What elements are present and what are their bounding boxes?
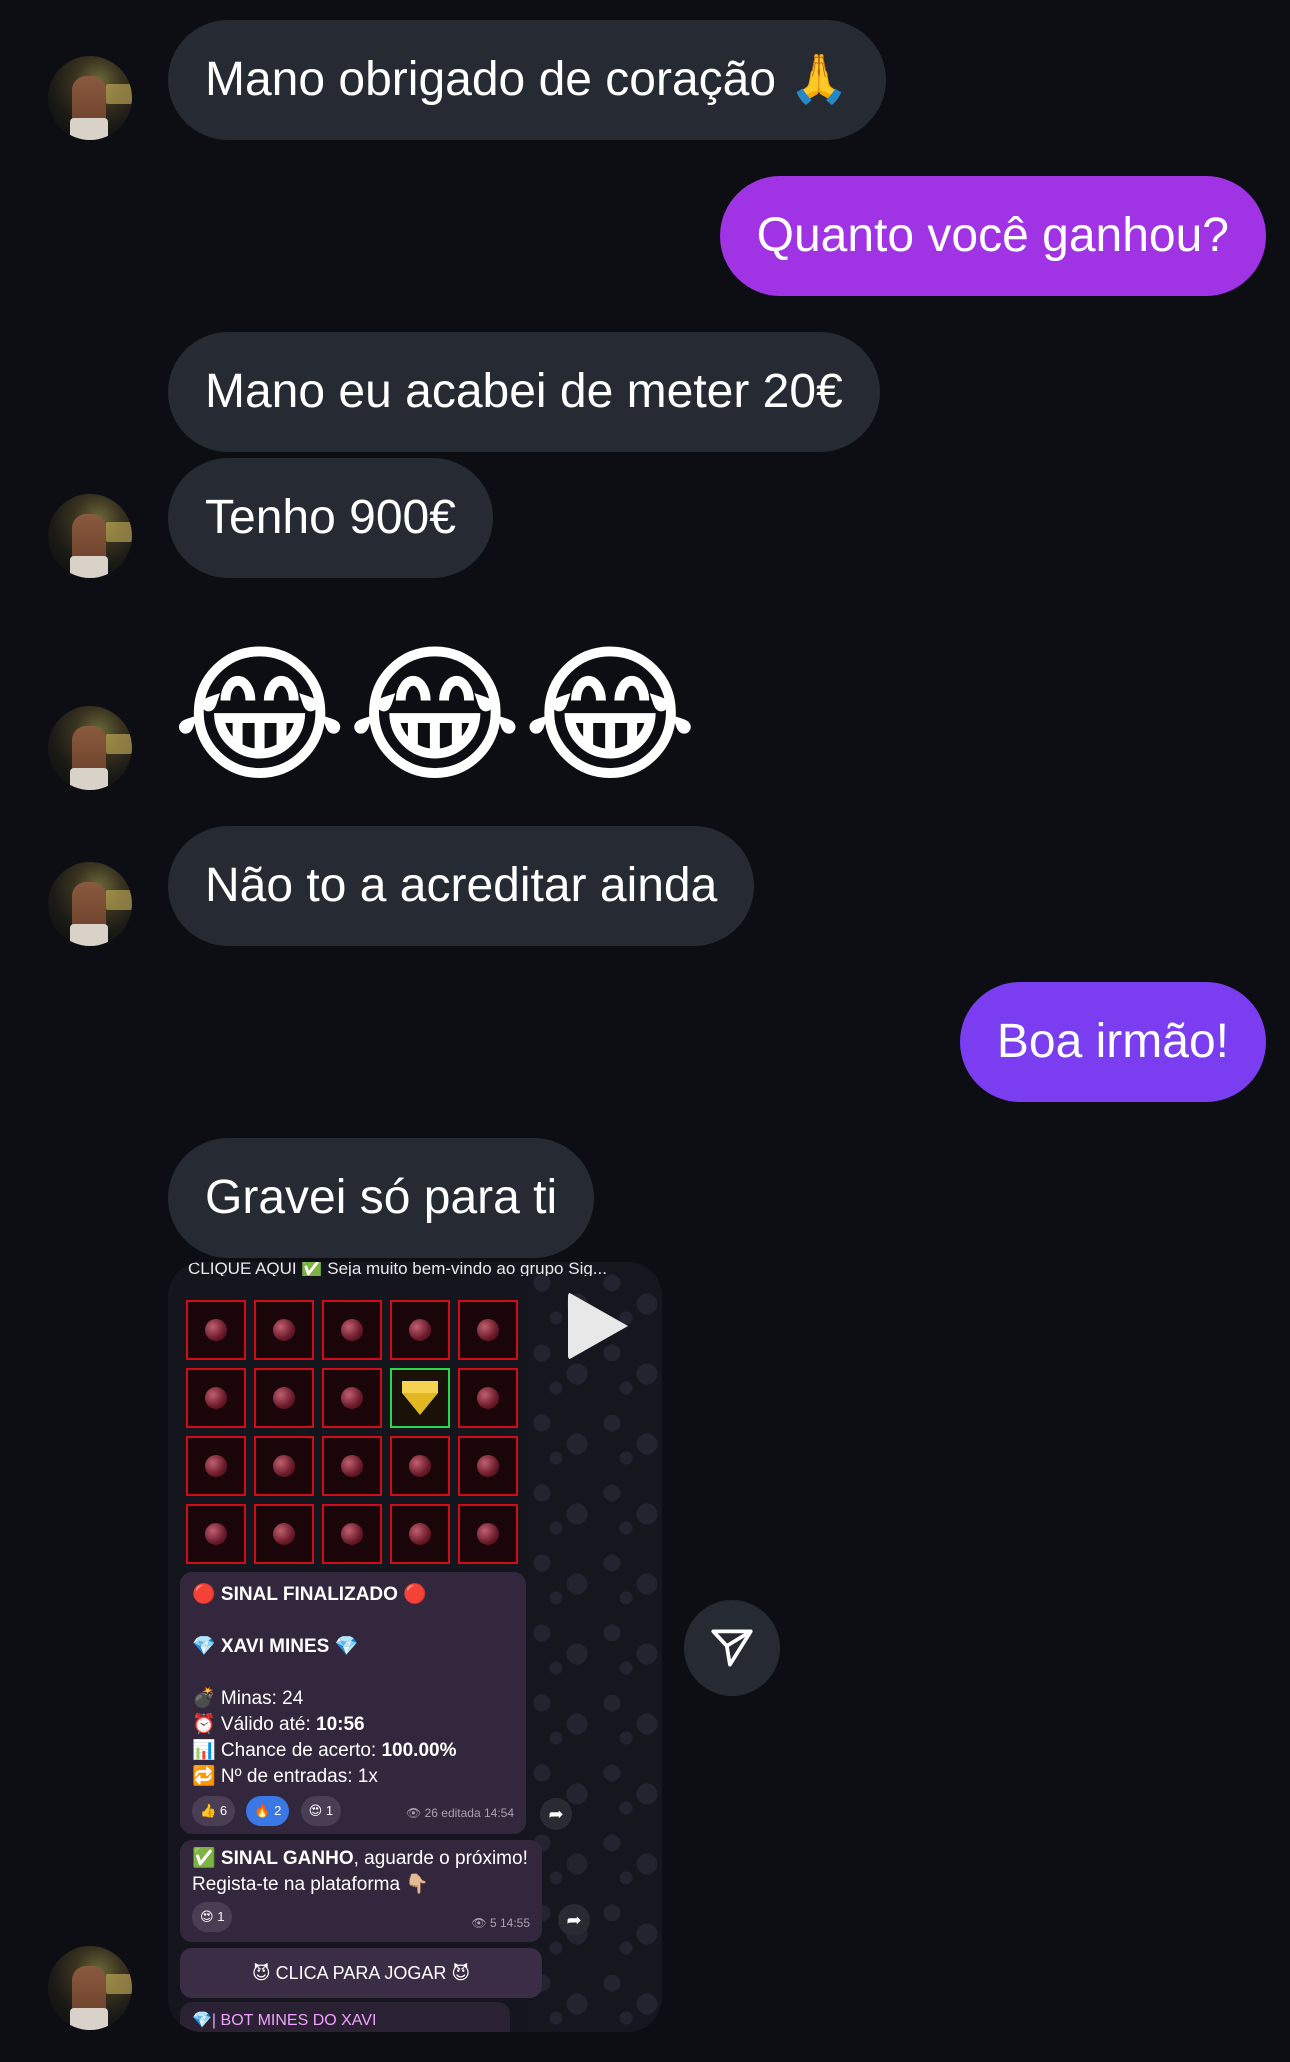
bomb-icon — [205, 1523, 227, 1545]
signal-title: 🔴 SINAL FINALIZADO 🔴 — [192, 1584, 427, 1605]
won-line-1: ✅ SINAL GANHO, aguarde o próximo! — [192, 1848, 528, 1869]
play-icon[interactable] — [568, 1292, 628, 1360]
bomb-icon — [477, 1387, 499, 1409]
bomb-icon — [409, 1319, 431, 1341]
bomb-cell — [390, 1436, 450, 1496]
message-bubble-outgoing[interactable]: Quanto você ganhou? — [719, 176, 1266, 296]
message-meta: 👁 26 editada 14:54 — [406, 1806, 514, 1820]
message-bubble-incoming[interactable]: Mano eu acabei de meter 20€ — [168, 332, 880, 452]
bomb-icon — [205, 1387, 227, 1409]
diamond-icon — [402, 1381, 438, 1415]
bomb-cell — [458, 1504, 518, 1564]
diamond-cell — [390, 1368, 450, 1428]
bomb-icon — [341, 1523, 363, 1545]
avatar[interactable] — [48, 494, 132, 578]
bomb-cell — [254, 1300, 314, 1360]
bomb-icon — [409, 1455, 431, 1477]
avatar[interactable] — [48, 862, 132, 946]
signal-entradas: 🔁 Nº de entradas: 1x — [192, 1766, 378, 1787]
message-bubble-outgoing[interactable]: Boa irmão! — [959, 982, 1266, 1102]
forward-arrow-icon[interactable]: ➦ — [540, 1798, 572, 1830]
message-bubble-incoming[interactable]: Mano obrigado de coração 🙏 — [168, 20, 887, 140]
bomb-cell — [254, 1368, 314, 1428]
share-button[interactable] — [684, 1600, 780, 1696]
bomb-cell — [458, 1368, 518, 1428]
bomb-cell — [322, 1436, 382, 1496]
signal-brand: 💎 XAVI MINES 💎 — [192, 1636, 359, 1657]
message-bubble-incoming[interactable]: Gravei só para ti — [168, 1138, 595, 1258]
bomb-icon — [477, 1523, 499, 1545]
signal-valido: ⏰ Válido até: 10:56 — [192, 1714, 365, 1735]
avatar[interactable] — [48, 1946, 132, 2030]
bomb-icon — [273, 1387, 295, 1409]
signal-won-message: ✅ SINAL GANHO, aguarde o próximo! Regist… — [180, 1840, 542, 1942]
emoji-message[interactable]: 😂😂😂 — [172, 630, 698, 800]
bomb-cell — [390, 1300, 450, 1360]
avatar[interactable] — [48, 706, 132, 790]
bot-link[interactable]: 💎| BOT MINES DO XAVI — [180, 2002, 510, 2032]
bomb-icon — [205, 1455, 227, 1477]
bomb-icon — [341, 1387, 363, 1409]
shared-video-card[interactable]: CLIQUE AQUI ✅ Seja muito bem-vindo ao gr… — [168, 1262, 662, 2032]
paper-plane-icon — [711, 1629, 753, 1667]
bomb-icon — [477, 1455, 499, 1477]
video-top-caption: CLIQUE AQUI ✅ Seja muito bem-vindo ao gr… — [188, 1262, 607, 1276]
bomb-cell — [254, 1504, 314, 1564]
message-bubble-incoming[interactable]: Tenho 900€ — [168, 458, 493, 578]
bomb-icon — [273, 1455, 295, 1477]
bomb-icon — [273, 1523, 295, 1545]
reaction-chip[interactable]: 😍 1 — [300, 1796, 342, 1826]
signal-message: 🔴 SINAL FINALIZADO 🔴 💎 XAVI MINES 💎 💣 Mi… — [180, 1572, 526, 1834]
reaction-chip[interactable]: 😍 1 — [192, 1902, 233, 1932]
bomb-cell — [186, 1300, 246, 1360]
mines-grid — [186, 1300, 518, 1564]
signal-minas: 💣 Minas: 24 — [192, 1688, 304, 1709]
bomb-cell — [458, 1300, 518, 1360]
bomb-cell — [322, 1300, 382, 1360]
bomb-cell — [458, 1436, 518, 1496]
message-meta: 👁 5 14:55 — [471, 1916, 530, 1930]
signal-chance: 📊 Chance de acerto: 100.00% — [192, 1740, 457, 1761]
forward-arrow-icon[interactable]: ➦ — [558, 1904, 590, 1936]
bomb-cell — [390, 1504, 450, 1564]
bomb-cell — [186, 1504, 246, 1564]
message-bubble-incoming[interactable]: Não to a acreditar ainda — [168, 826, 755, 946]
bomb-icon — [341, 1319, 363, 1341]
bomb-cell — [322, 1368, 382, 1428]
bomb-icon — [409, 1523, 431, 1545]
play-link-button[interactable]: 😈 CLICA PARA JOGAR 😈 — [180, 1948, 542, 1998]
bomb-icon — [341, 1455, 363, 1477]
bomb-cell — [186, 1368, 246, 1428]
bomb-icon — [273, 1319, 295, 1341]
bomb-cell — [254, 1436, 314, 1496]
bomb-cell — [186, 1436, 246, 1496]
bomb-icon — [205, 1319, 227, 1341]
bomb-cell — [322, 1504, 382, 1564]
avatar[interactable] — [48, 56, 132, 140]
reaction-chip[interactable]: 🔥 2 — [246, 1796, 290, 1826]
won-line-2: Regista-te na plataforma 👇🏼 — [192, 1874, 429, 1895]
reaction-chip[interactable]: 👍 6 — [192, 1796, 236, 1826]
chat-wallpaper — [528, 1262, 662, 2032]
bomb-icon — [477, 1319, 499, 1341]
